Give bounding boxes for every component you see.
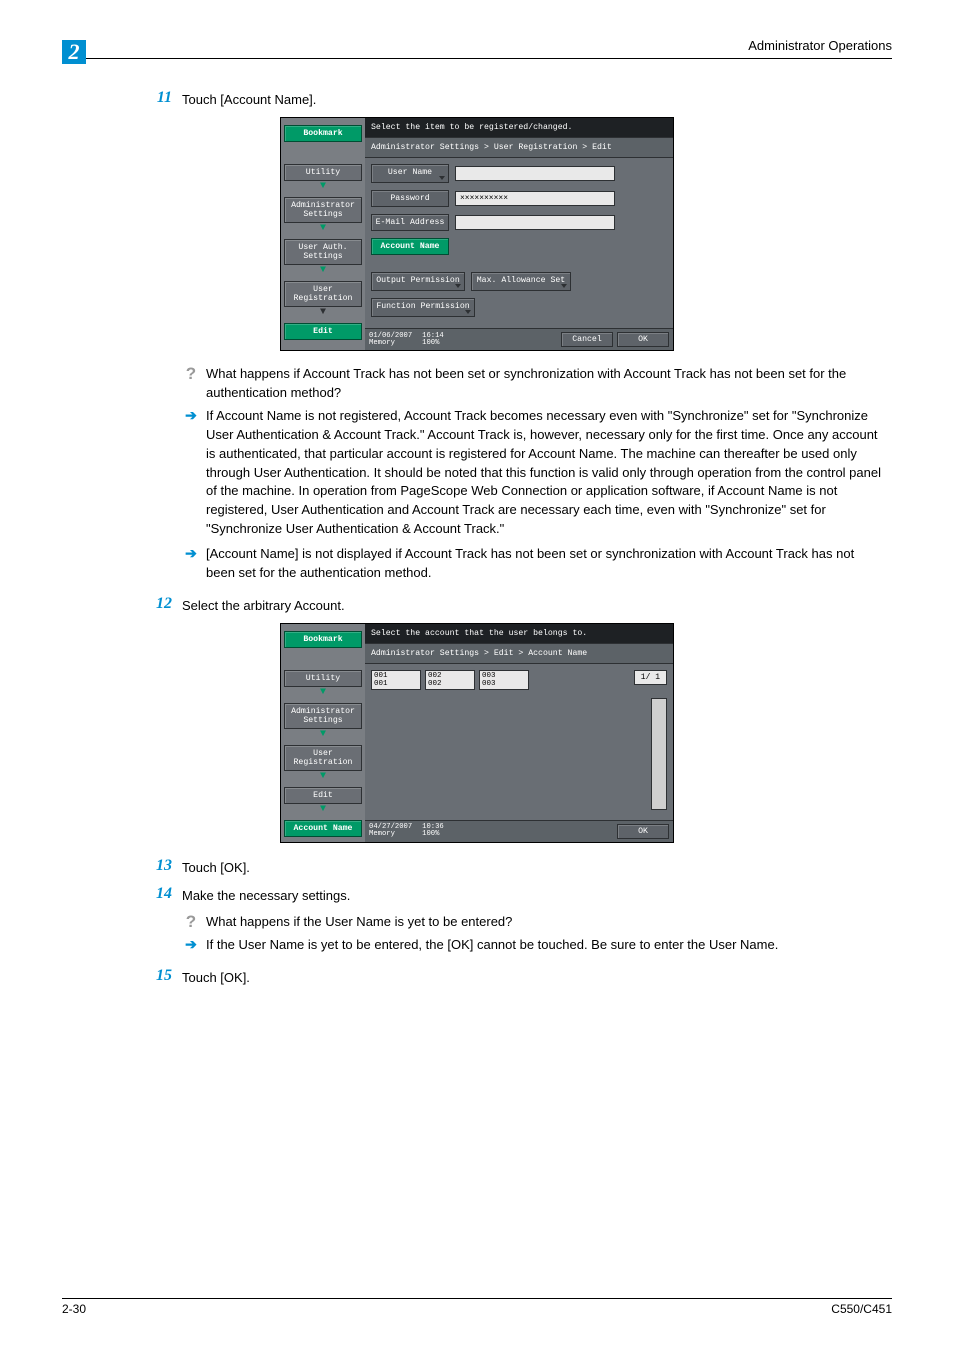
account-item[interactable]: 002 002 [425,670,475,691]
scrollbar[interactable] [651,698,667,810]
account-item[interactable]: 001 001 [371,670,421,691]
memory-label: Memory [369,340,412,347]
screen-title: Select the item to be registered/changed… [365,118,673,137]
account-name-button[interactable]: Account Name [371,238,449,255]
account-id: 001 [374,672,418,680]
arrow-right-icon: ➔ [182,545,200,562]
tab-account-name[interactable]: Account Name [284,820,362,837]
question-mark-icon: ? [182,365,200,382]
page-header-title: Administrator Operations [62,38,892,56]
user-name-button[interactable]: User Name [371,164,449,183]
down-arrow-icon: ▼ [281,308,365,318]
step-number-15: 15 [142,967,172,985]
step-number-11: 11 [142,89,172,107]
step-number-12: 12 [142,595,172,613]
tab-user-registration[interactable]: User Registration [284,281,362,307]
breadcrumb: Administrator Settings > User Registrati… [365,137,673,158]
question-mark-icon: ? [182,913,200,930]
page-number: 2-30 [62,1302,86,1316]
user-name-field[interactable] [455,166,615,181]
step-text-11: Touch [Account Name]. [182,89,316,109]
function-permission-button[interactable]: Function Permission [371,298,475,317]
screenshot-account-list: Bookmark Utility ▼ Administrator Setting… [280,623,674,843]
doc-model: C550/C451 [831,1302,892,1316]
answer-text-1: If Account Name is not registered, Accou… [206,407,882,539]
tab-edit[interactable]: Edit [284,787,362,804]
step-text-15: Touch [OK]. [182,967,250,987]
account-item[interactable]: 003 003 [479,670,529,691]
email-button[interactable]: E-Mail Address [371,214,449,231]
down-arrow-icon: ▼ [281,772,365,782]
tab-bookmark[interactable]: Bookmark [284,125,362,142]
cancel-button[interactable]: Cancel [561,332,613,347]
tab-bookmark[interactable]: Bookmark [284,631,362,648]
memory-pct: 100% [422,340,444,347]
answer-text-2: [Account Name] is not displayed if Accou… [206,545,882,583]
question-text-1: What happens if Account Track has not be… [206,365,882,403]
down-arrow-icon: ▼ [281,224,365,234]
screenshot-edit-user: Bookmark Utility ▼ Administrator Setting… [280,117,674,351]
down-arrow-icon: ▼ [281,730,365,740]
page-indicator: 1/ 1 [634,670,667,685]
down-arrow-icon: ▼ [281,182,365,192]
arrow-right-icon: ➔ [182,936,200,953]
step-text-13: Touch [OK]. [182,857,250,877]
tab-admin-settings[interactable]: Administrator Settings [284,197,362,223]
arrow-right-icon: ➔ [182,407,200,424]
tab-admin-settings[interactable]: Administrator Settings [284,703,362,729]
password-field[interactable]: ×××××××××× [455,191,615,206]
screen-title: Select the account that the user belongs… [365,624,673,643]
tab-utility[interactable]: Utility [284,164,362,181]
tab-user-auth-settings[interactable]: User Auth. Settings [284,239,362,265]
question-text-2: What happens if the User Name is yet to … [206,913,882,932]
account-id: 003 [482,672,526,680]
step-number-13: 13 [142,857,172,875]
answer-text-3: If the User Name is yet to be entered, t… [206,936,882,955]
tab-user-registration[interactable]: User Registration [284,745,362,771]
breadcrumb: Administrator Settings > Edit > Account … [365,643,673,664]
step-text-14: Make the necessary settings. [182,885,350,905]
step-number-14: 14 [142,885,172,903]
password-button[interactable]: Password [371,190,449,207]
output-permission-button[interactable]: Output Permission [371,272,465,291]
memory-label: Memory [369,831,412,838]
step-text-12: Select the arbitrary Account. [182,595,345,615]
max-allowance-button[interactable]: Max. Allowance Set [471,272,571,291]
email-field[interactable] [455,215,615,230]
tab-edit[interactable]: Edit [284,323,362,340]
down-arrow-icon: ▼ [281,688,365,698]
down-arrow-icon: ▼ [281,266,365,276]
account-name: 001 [374,680,418,688]
ok-button[interactable]: OK [617,824,669,839]
account-name: 002 [428,680,472,688]
account-id: 002 [428,672,472,680]
down-arrow-icon: ▼ [281,805,365,815]
ok-button[interactable]: OK [617,332,669,347]
chapter-number: 2 [62,40,86,64]
tab-utility[interactable]: Utility [284,670,362,687]
memory-pct: 100% [422,831,444,838]
account-name: 003 [482,680,526,688]
